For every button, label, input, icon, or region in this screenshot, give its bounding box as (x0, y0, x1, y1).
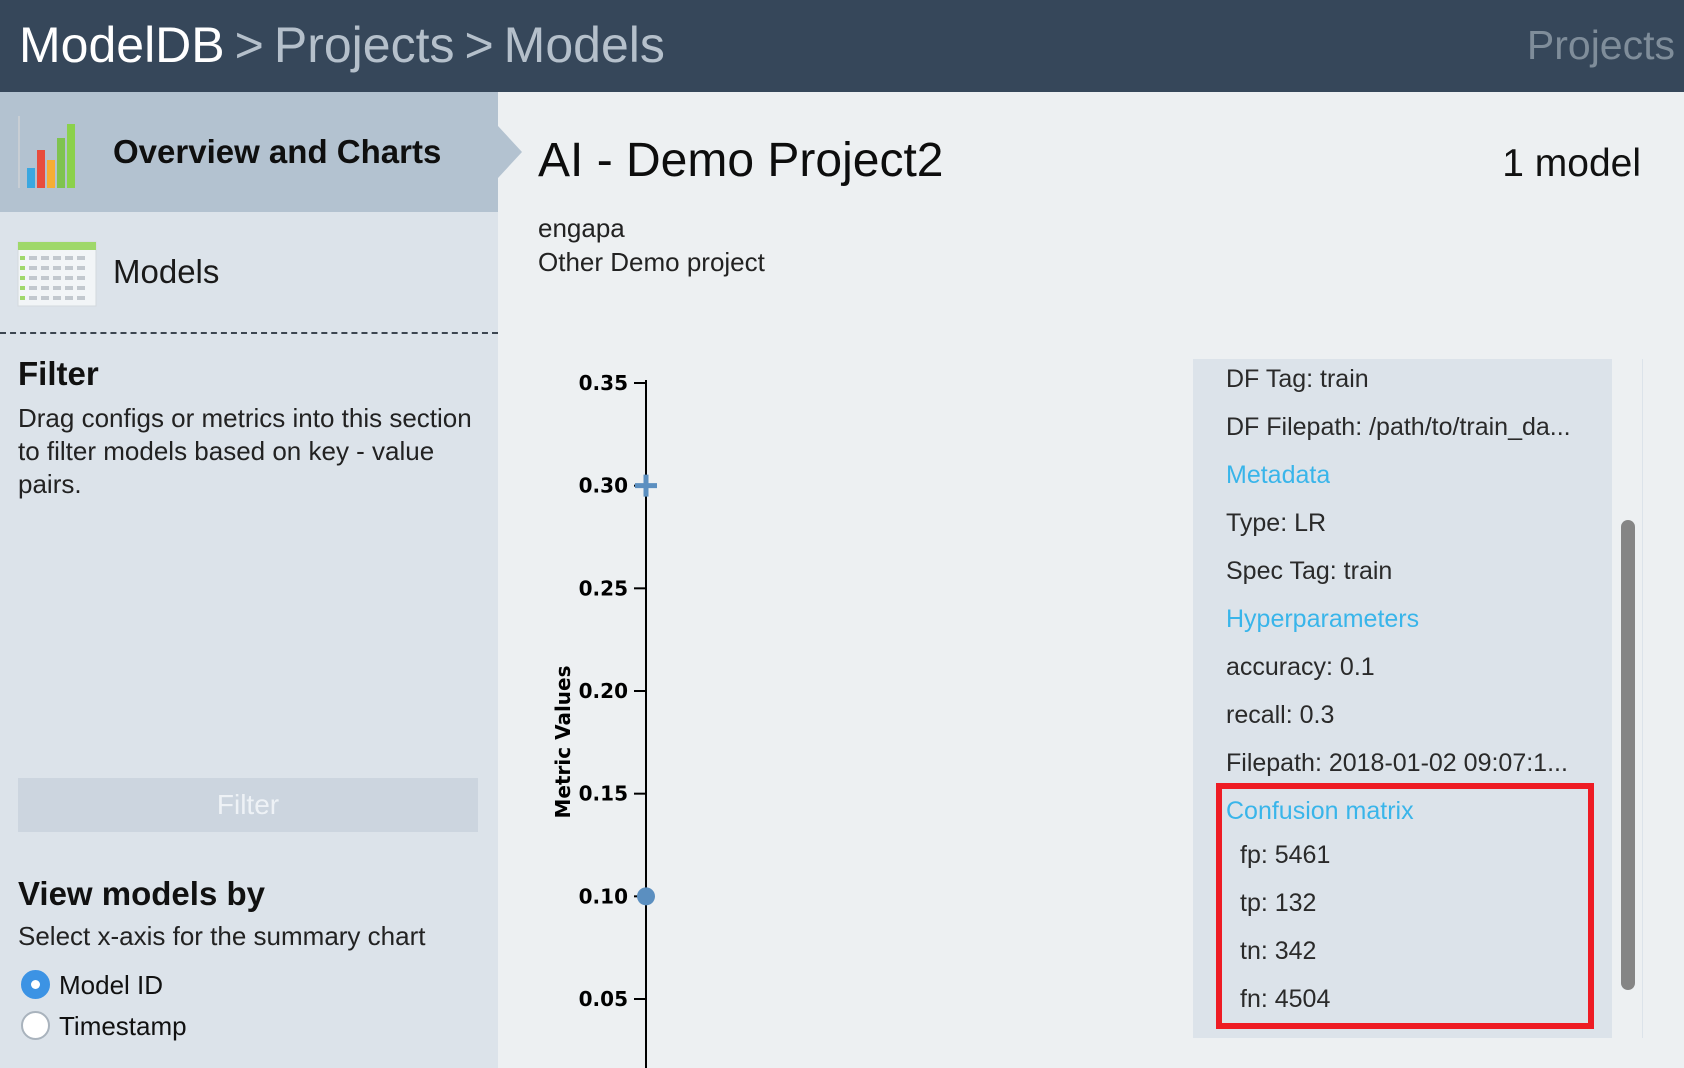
active-nav-pointer (498, 126, 522, 178)
projects-link[interactable]: Projects (1527, 20, 1675, 70)
confusion-matrix-highlight (1216, 783, 1594, 1029)
y-tick-label: 0.05 (579, 987, 628, 1011)
detail-property: Type: LR (1226, 509, 1327, 537)
project-title: AI - Demo Project2 (538, 134, 944, 187)
detail-section-header[interactable]: Metadata (1226, 459, 1330, 491)
model-count: 1 model (1502, 142, 1641, 185)
view-models-by-title: View models by (18, 875, 265, 912)
detail-property: DF Tag: train (1226, 365, 1369, 393)
view-models-by-description: Select x-axis for the summary chart (18, 921, 426, 951)
breadcrumb-separator: > (234, 17, 264, 73)
breadcrumb-models[interactable]: Models (504, 17, 665, 73)
detail-property: Filepath: 2018-01-02 09:07:1... (1226, 749, 1568, 777)
radio-label-timestamp: Timestamp (59, 1011, 187, 1041)
y-tick-label: 0.10 (579, 884, 628, 908)
y-tick-label: 0.35 (579, 371, 628, 395)
detail-property: accuracy: 0.1 (1226, 653, 1375, 681)
y-tick-label: 0.15 (579, 782, 628, 806)
breadcrumb-separator: > (464, 17, 494, 73)
breadcrumb-modeldb[interactable]: ModelDB (19, 17, 225, 73)
data-point-circle[interactable] (637, 887, 655, 906)
sidebar-divider (0, 332, 498, 334)
nav-label-overview: Overview and Charts (113, 133, 442, 170)
table-icon (17, 241, 97, 307)
detail-property: Spec Tag: train (1226, 557, 1393, 585)
summary-chart: 0.35 0.30 0.25 0.20 0.15 0.10 0.05 Metric Valu… (551, 371, 657, 1068)
bar-chart-icon (18, 116, 75, 188)
nav-models[interactable]: Models (0, 212, 498, 332)
breadcrumb-projects[interactable]: Projects (274, 17, 455, 73)
detail-property: DF Filepath: /path/to/train_da... (1226, 413, 1571, 441)
project-description: Other Demo project (538, 247, 765, 277)
breadcrumb: ModelDB > Projects > Models (19, 14, 665, 76)
radio-button-checked[interactable] (21, 970, 50, 999)
project-owner: engapa (538, 213, 625, 243)
detail-section-header[interactable]: Hyperparameters (1226, 603, 1419, 635)
details-scrollbar-thumb[interactable] (1621, 520, 1635, 990)
filter-description: Drag configs or metrics into this sectio… (18, 403, 472, 499)
filter-button[interactable]: Filter (18, 778, 478, 832)
top-bar: ModelDB > Projects > Models Projects (0, 0, 1684, 92)
y-axis-label: Metric Values (551, 665, 575, 818)
sidebar: Overview and Charts Models Filter Drag c… (0, 92, 522, 1068)
radio-label-model-id: Model ID (59, 970, 164, 1000)
y-tick-label: 0.30 (579, 474, 628, 498)
data-point-plus[interactable] (635, 474, 657, 497)
y-tick-label: 0.25 (579, 576, 628, 600)
nav-overview-and-charts[interactable]: Overview and Charts (0, 92, 498, 212)
radio-button-unchecked[interactable] (21, 1011, 50, 1040)
filter-title: Filter (18, 355, 99, 392)
y-tick-label: 0.20 (579, 679, 628, 703)
detail-property: recall: 0.3 (1226, 701, 1335, 729)
nav-label-models: Models (113, 253, 220, 290)
